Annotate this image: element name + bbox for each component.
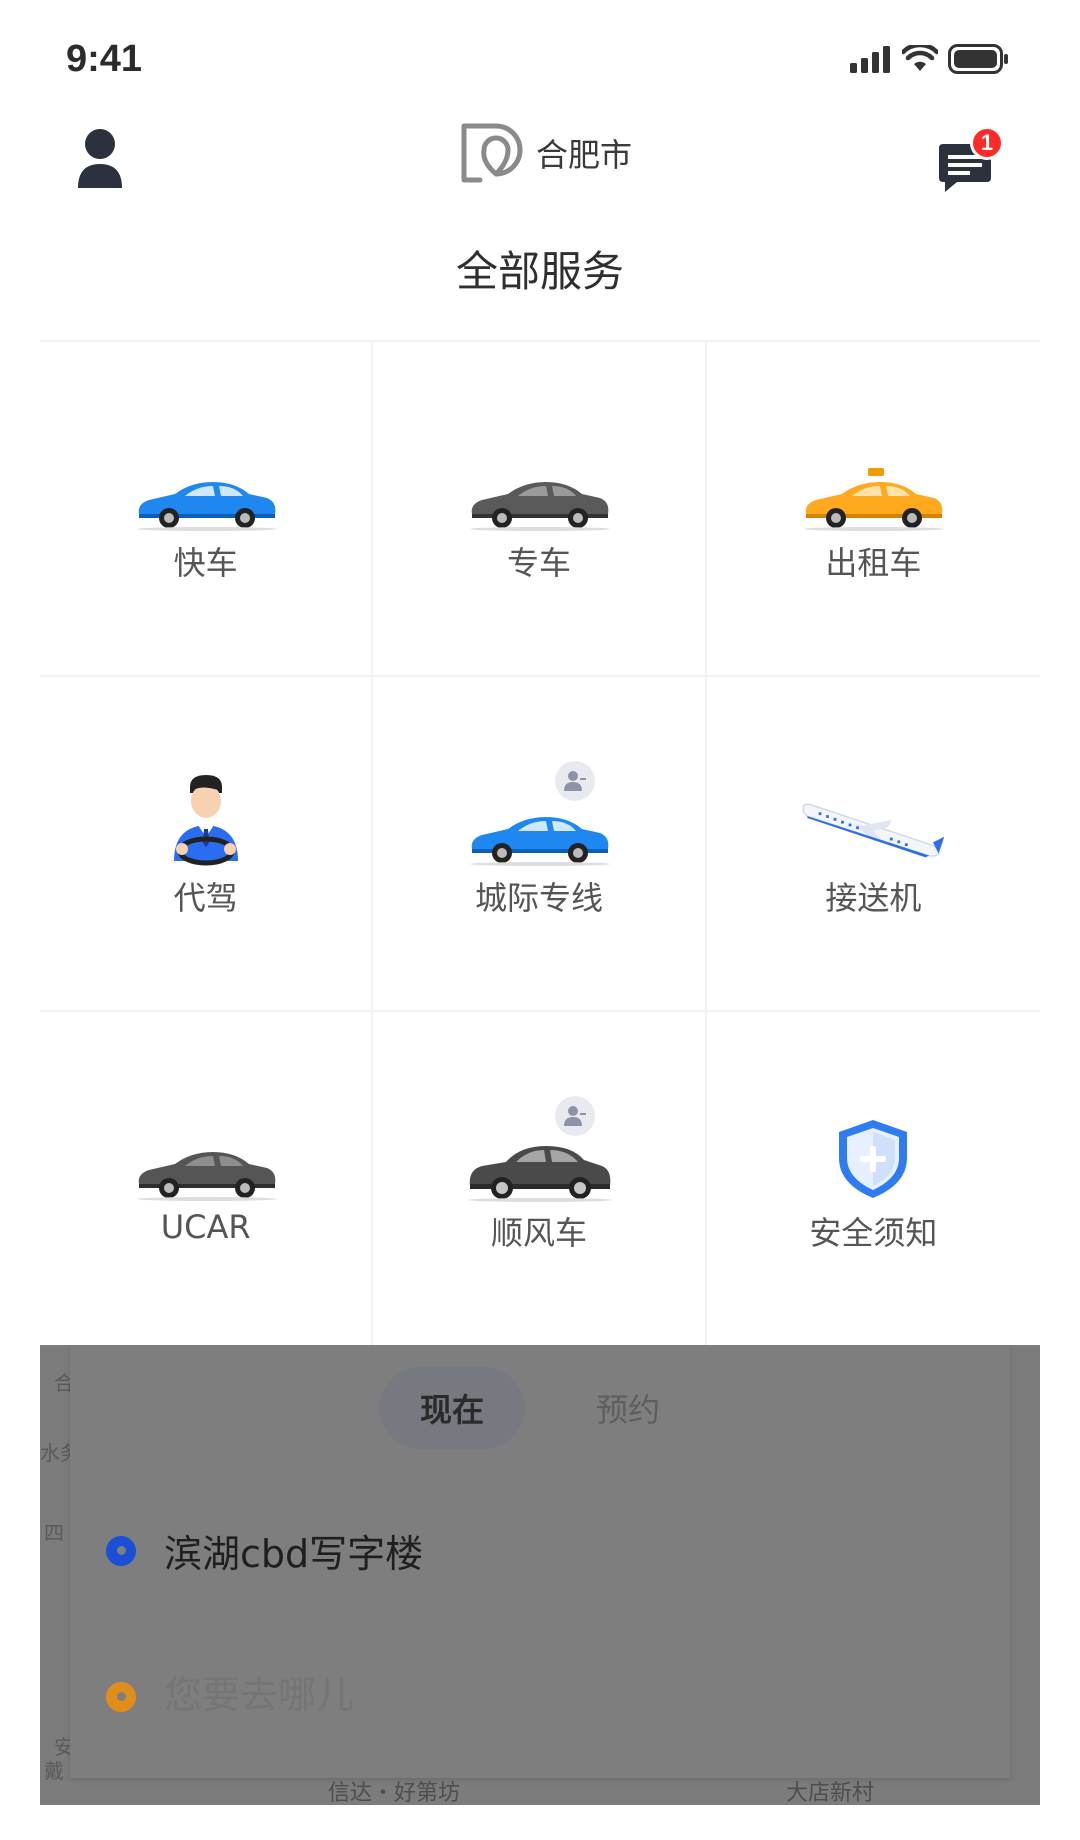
city-name: 合肥市 [536,136,633,174]
tab-reserve[interactable]: 预约 [555,1367,701,1449]
booking-card: 现在 预约 滨湖cbd写字楼 [70,1345,1010,1778]
service-label: 城际专线 [474,879,603,917]
service-carpool[interactable]: 顺风车 [373,1012,707,1347]
signal-icon [850,46,890,73]
start-dot-icon [106,1535,136,1566]
service-ucar[interactable]: UCAR [40,1012,374,1347]
service-express[interactable]: 快车 [40,342,374,677]
service-label: 出租车 [825,544,922,582]
destination-dot-icon [106,1681,136,1712]
start-location: 滨湖cbd写字楼 [164,1532,424,1576]
service-safety[interactable]: 安全须知 [706,1012,1040,1347]
service-label: 专车 [506,544,571,582]
status-icons [850,44,1010,74]
car-gray-icon [464,422,614,532]
service-label: 快车 [173,544,238,582]
car-gray-icon [131,1092,281,1202]
user-icon [78,129,122,188]
taxi-icon [798,422,948,532]
service-label: 安全须知 [809,1214,938,1252]
car-blue-icon [131,422,281,532]
service-premier[interactable]: 专车 [373,342,707,677]
location-logo-icon [461,123,523,183]
service-designated-driver[interactable]: 代驾 [40,677,374,1012]
service-taxi[interactable]: 出租车 [706,342,1040,677]
suv-icon [464,1092,614,1202]
airplane-icon [798,757,948,867]
top-header: 合肥市 1 [0,110,1080,240]
service-intercity[interactable]: 城际专线 [373,677,707,1012]
booking-tabs: 现在 预约 [70,1367,1010,1449]
map-area: 合 水务 四 安 戴 信达・好第坊 大店新村 现在 预约 滨湖cbd写字楼 [40,1345,1040,1805]
service-label: 接送机 [825,879,922,917]
destination-row[interactable] [106,1675,764,1718]
car-blue-icon [464,757,614,867]
wifi-icon [902,45,938,71]
service-grid: 快车 专车 出租车 代驾 城际专线 接送机 UCAR 顺风车 安全须知 [40,340,1040,1347]
status-bar: 9:41 [0,0,1080,110]
start-location-row[interactable]: 滨湖cbd写字楼 [106,1523,423,1578]
messages-button[interactable]: 1 [930,126,1010,196]
message-badge: 1 [970,126,1004,160]
map-label: 戴 [44,1759,64,1783]
map-label: 四 [44,1521,64,1545]
driver-icon [131,757,281,867]
battery-icon [948,44,1008,74]
city-selector[interactable]: 合肥市 [460,122,632,184]
service-airport[interactable]: 接送机 [706,677,1040,1012]
section-title: 全部服务 [455,247,624,296]
status-time: 9:41 [66,38,143,80]
shield-icon [798,1092,948,1202]
destination-input[interactable] [164,1675,764,1718]
service-label: 代驾 [173,879,238,917]
tab-now[interactable]: 现在 [379,1367,525,1449]
service-label: UCAR [160,1208,251,1246]
profile-button[interactable] [70,126,130,196]
app-screen: 9:41 合肥市 1 全部服务 快车 专车 出租车 代驾 城际专线 接送机 UC… [0,0,1080,1840]
map-label: 信达・好第坊 [328,1781,461,1805]
service-label: 顺风车 [490,1214,587,1252]
map-label: 大店新村 [786,1781,875,1805]
